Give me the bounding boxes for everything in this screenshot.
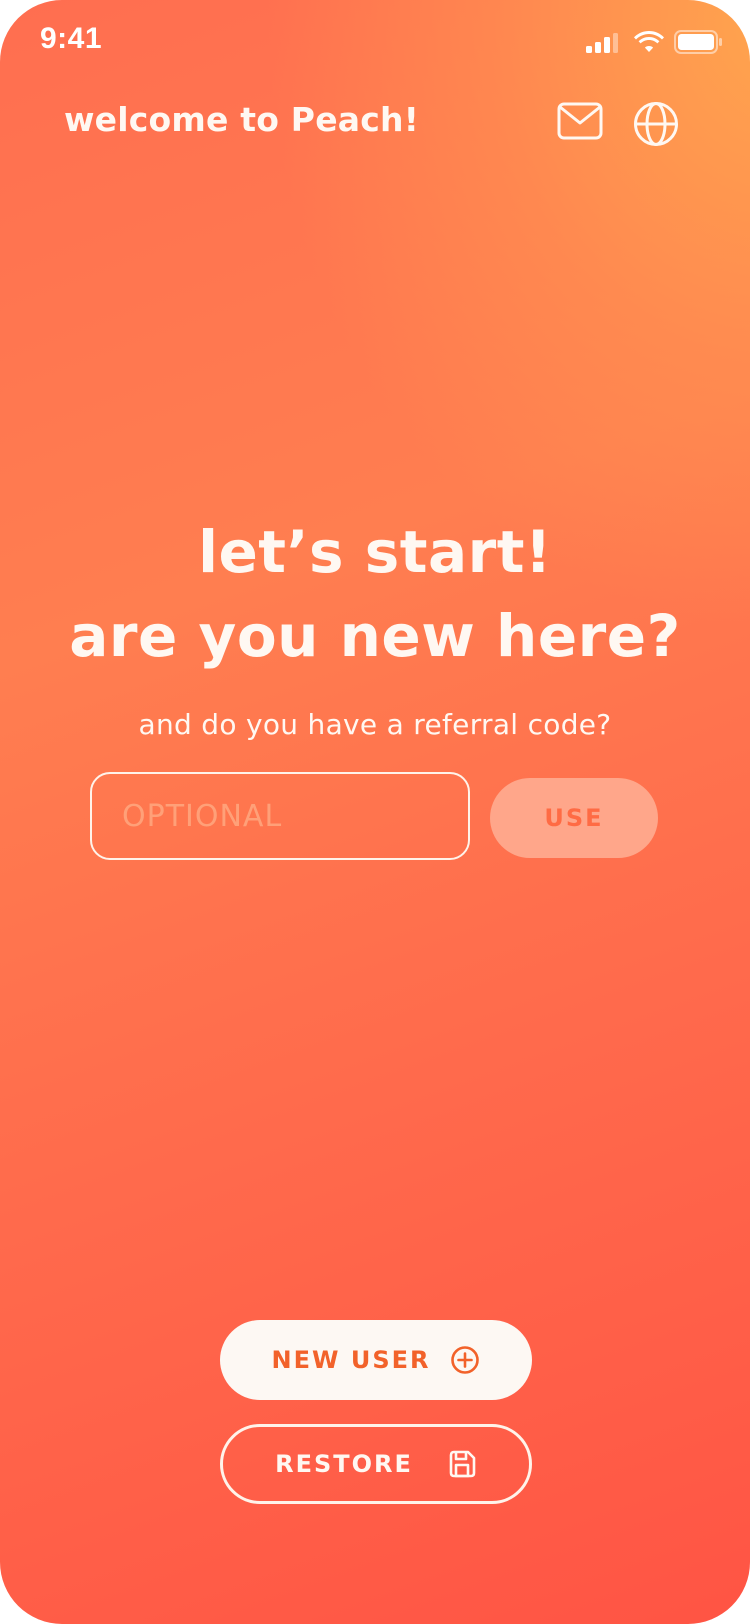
hero-heading: let’s start! are you new here?: [0, 510, 750, 678]
language-button[interactable]: [632, 100, 680, 148]
plus-circle-icon: [451, 1346, 480, 1374]
restore-label: RESTORE: [275, 1450, 413, 1478]
use-referral-button[interactable]: USE: [490, 778, 658, 858]
status-time: 9:41: [40, 22, 103, 55]
referral-code-input[interactable]: [90, 772, 470, 860]
mail-button[interactable]: [554, 96, 606, 146]
new-user-label: NEW USER: [271, 1346, 431, 1374]
mail-icon: [557, 102, 603, 140]
restore-button[interactable]: RESTORE: [220, 1424, 532, 1504]
hero-line-2: are you new here?: [69, 602, 681, 670]
globe-icon: [634, 102, 678, 146]
save-icon: [449, 1450, 476, 1478]
app-title: welcome to Peach!: [64, 100, 419, 139]
new-user-button[interactable]: NEW USER: [220, 1320, 532, 1400]
referral-prompt: and do you have a referral code?: [138, 708, 612, 741]
battery-icon: [674, 30, 722, 54]
wifi-icon: [634, 31, 664, 52]
welcome-screen: 9:41 welcome to Peach! let’s start! are: [0, 0, 750, 1624]
hero-line-1: let’s start!: [198, 518, 552, 586]
cellular-signal-icon: [586, 33, 618, 53]
